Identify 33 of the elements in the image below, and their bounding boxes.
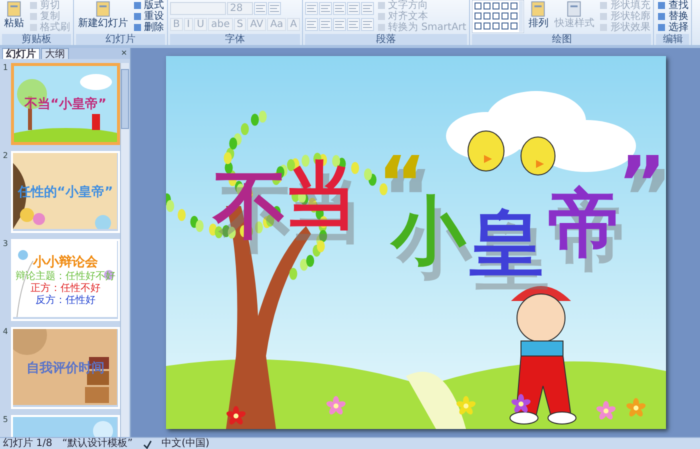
group-label: 绘图 <box>472 34 652 45</box>
pane-tab[interactable]: 幻灯片 <box>2 48 40 59</box>
slide-number: 4 <box>2 327 9 336</box>
slide-text: 反方：任性好 <box>35 294 96 306</box>
ribbon-button[interactable]: 重设 <box>132 11 165 22</box>
group-label: 剪贴板 <box>2 34 71 45</box>
language-indicator: 中文(中国) <box>162 438 210 449</box>
pane-tab[interactable]: 大纲 <box>41 48 69 59</box>
group-label: 字体 <box>170 34 300 45</box>
slide-number: 5 <box>2 415 9 424</box>
title-character: 皇 <box>470 204 544 284</box>
slide-number: 1 <box>2 63 9 72</box>
ribbon-button[interactable]: 新建幻灯片 <box>76 0 130 29</box>
theme-name: “默认设计模板” <box>62 438 133 449</box>
ribbon-button[interactable]: 版式 <box>132 0 165 11</box>
slide-text: 正方：任性不好 <box>30 282 100 294</box>
slide-text: 辩论主题：任性好不好 <box>15 270 116 282</box>
slide-title: 小小辩论会 <box>32 254 98 270</box>
ribbon-button[interactable]: 排列 <box>526 0 550 29</box>
ribbon-button[interactable]: 替换 <box>656 11 690 22</box>
group-label: 编辑 <box>656 34 690 45</box>
slide-counter: 幻灯片 1/8 <box>3 438 52 449</box>
close-button[interactable]: × <box>118 48 130 59</box>
title-character: 当 <box>284 156 358 236</box>
ribbon-button[interactable]: 粘贴 <box>2 0 26 29</box>
slide-thumbnail[interactable]: 小小辩论会 辩论主题：任性好不好 正方：任性不好 反方：任性好 <box>10 239 120 321</box>
group-label: 幻灯片 <box>76 34 165 45</box>
slide-number: 3 <box>2 239 9 248</box>
group-label: 段落 <box>305 34 468 45</box>
ribbon-button[interactable]: 查找 <box>656 0 690 11</box>
ribbon-button[interactable]: 删除 <box>132 22 165 33</box>
slide-number: 2 <box>2 151 9 160</box>
ribbon-button[interactable]: 选择 <box>656 22 690 33</box>
